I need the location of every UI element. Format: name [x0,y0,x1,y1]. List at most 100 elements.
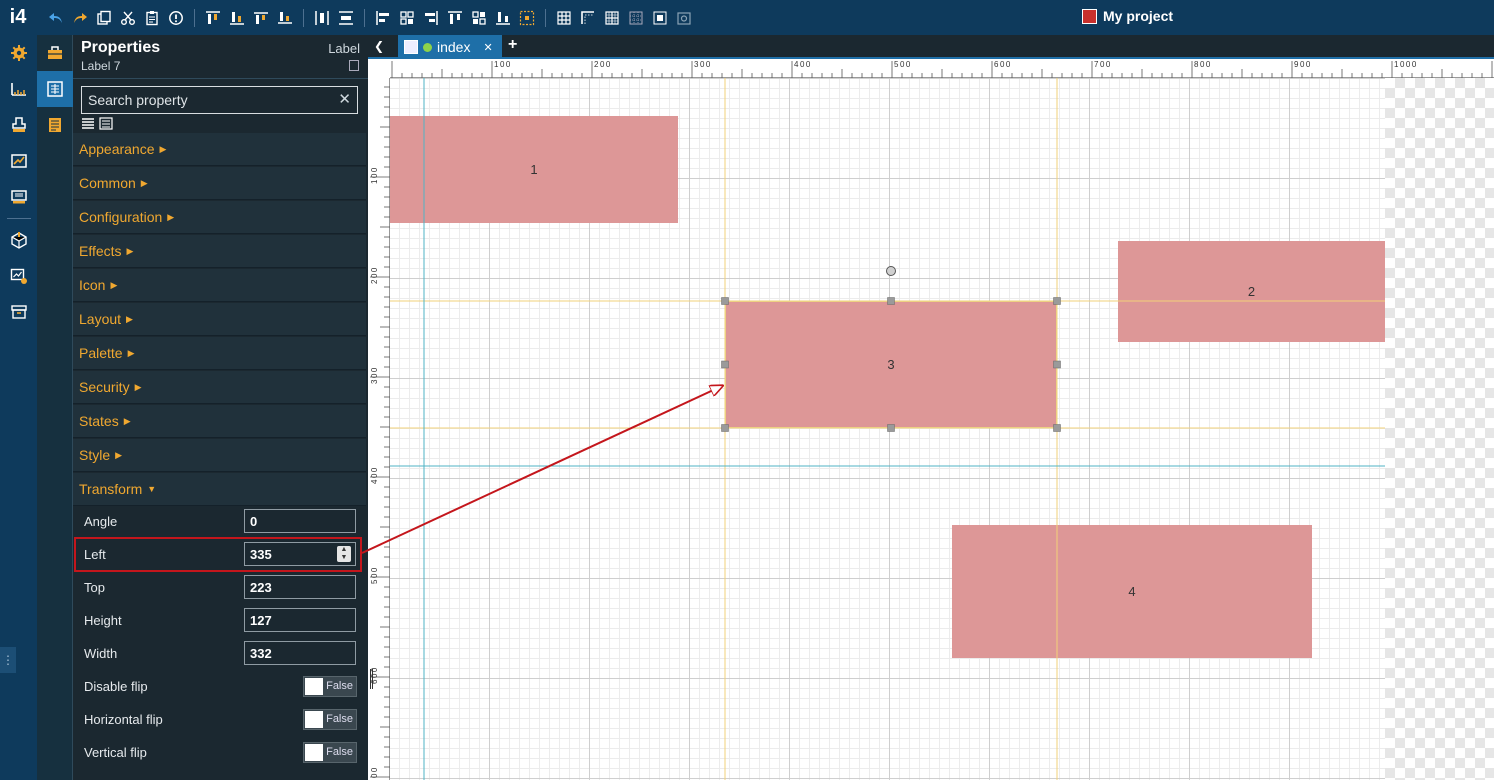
caret-right-icon: ▶ [126,245,134,256]
vertical-flip-toggle[interactable]: False [303,742,357,763]
resize-handle[interactable] [721,424,729,432]
align-hcenter-icon[interactable] [467,6,491,30]
grid-small-icon[interactable] [600,6,624,30]
disable-flip-toggle[interactable]: False [303,676,357,697]
distribute-h-icon[interactable] [310,6,334,30]
redo-icon[interactable] [68,6,92,30]
settings-icon[interactable] [0,35,37,71]
section-states[interactable]: States ▶ [73,405,366,438]
clear-search-icon[interactable]: ✕ [338,90,351,108]
settings-chart-icon[interactable] [0,258,37,294]
search-input[interactable] [82,87,332,113]
ruler-icon[interactable] [0,71,37,107]
tab-index[interactable]: index ✕ [398,35,502,59]
project-name: My project [1103,8,1174,24]
category-view-icon[interactable] [99,117,113,130]
align-left-icon[interactable] [371,6,395,30]
archive-icon[interactable] [0,294,37,330]
distribute-v-icon[interactable] [334,6,358,30]
paste-icon[interactable] [140,6,164,30]
package-icon[interactable] [0,222,37,258]
section-security[interactable]: Security ▶ [73,371,366,404]
ruler-label: 200 [594,60,612,69]
caret-right-icon: ▶ [123,415,131,426]
section-style[interactable]: Style ▶ [73,439,366,472]
width-input[interactable]: 332 [244,641,356,665]
list-view-icon[interactable] [81,117,95,130]
properties-header: Properties Label 7 Label [73,35,368,79]
property-top: Top 223 [73,571,366,604]
property-disable-flip: Disable flip False [73,670,366,703]
section-icon[interactable]: Icon ▶ [73,269,366,302]
add-tab-button[interactable]: + [508,36,517,54]
grid-lines-icon[interactable] [648,6,672,30]
sidebar-resize-handle[interactable]: ⋮ [0,647,16,673]
resize-handle[interactable] [887,424,895,432]
toggle-label: False [326,680,353,692]
angle-input[interactable]: 0 [244,509,356,533]
screenshot-icon[interactable] [672,6,696,30]
section-layout[interactable]: Layout ▶ [73,303,366,336]
scroll-handle[interactable] [370,669,373,689]
resize-handle[interactable] [721,360,729,369]
section-common[interactable]: Common ▶ [73,167,366,200]
property-label: Left [84,547,106,562]
section-configuration[interactable]: Configuration ▶ [73,201,366,234]
snap-icon[interactable] [576,6,600,30]
spinner-icon[interactable]: ▲ ▼ [337,546,351,562]
project-title[interactable]: My project [1082,8,1173,24]
align-center-icon[interactable] [395,6,419,30]
toolbox-icon[interactable] [37,35,73,71]
align-top-edge-icon[interactable] [443,6,467,30]
toolbar-separator [303,8,304,27]
notes-icon[interactable] [37,107,73,143]
cut-icon[interactable] [116,6,140,30]
resize-handle[interactable] [1053,360,1061,369]
close-tab-icon[interactable]: ✕ [483,41,492,54]
height-input[interactable]: 127 [244,608,356,632]
group-icon[interactable] [515,6,539,30]
caret-right-icon: ▶ [110,279,118,290]
app-logo: i4 [9,6,27,28]
info-icon[interactable] [164,6,188,30]
caret-down-icon: ▼ [147,484,157,494]
design-canvas[interactable]: 1002003004005006007008009001000110 10020… [368,59,1494,780]
align-middle-icon[interactable] [249,6,273,30]
undo-icon[interactable] [44,6,68,30]
horizontal-flip-toggle[interactable]: False [303,709,357,730]
property-label: Disable flip [84,679,148,694]
grid-dots-icon[interactable] [624,6,648,30]
ruler-label: 100 [370,166,379,184]
caret-right-icon: ▶ [115,449,123,460]
top-input[interactable]: 223 [244,575,356,599]
copy-icon[interactable] [349,60,359,71]
left-input[interactable]: 335 ▲ ▼ [244,542,356,566]
page-stage[interactable]: 1234 [390,78,1494,780]
stamp-icon[interactable] [0,107,37,143]
resize-handle[interactable] [1053,424,1061,432]
property-vertical-flip: Vertical flip False [73,736,366,769]
rotate-handle[interactable] [886,266,896,276]
section-palette[interactable]: Palette ▶ [73,337,366,370]
align-top-icon[interactable] [201,6,225,30]
chart-icon[interactable] [0,143,37,179]
ruler-label: 600 [994,60,1012,69]
section-effects[interactable]: Effects ▶ [73,235,366,268]
monitor-icon[interactable] [0,179,37,215]
section-appearance[interactable]: Appearance ▶ [73,133,366,166]
chevron-left-icon[interactable]: ❮ [374,39,384,53]
resize-handle[interactable] [721,297,729,305]
align-right-icon[interactable] [419,6,443,30]
property-width: Width 332 [73,637,366,670]
resize-handle[interactable] [887,297,895,305]
properties-icon[interactable] [37,71,73,107]
caret-right-icon: ▶ [126,313,133,324]
grid-icon[interactable] [552,6,576,30]
align-bottom-edge-icon[interactable] [491,6,515,30]
sidebar-separator [6,218,31,219]
copy-icon[interactable] [92,6,116,30]
section-transform[interactable]: Transform ▼ [73,473,366,506]
align-bottom-icon[interactable] [225,6,249,30]
align-baseline-icon[interactable] [273,6,297,30]
resize-handle[interactable] [1053,297,1061,305]
